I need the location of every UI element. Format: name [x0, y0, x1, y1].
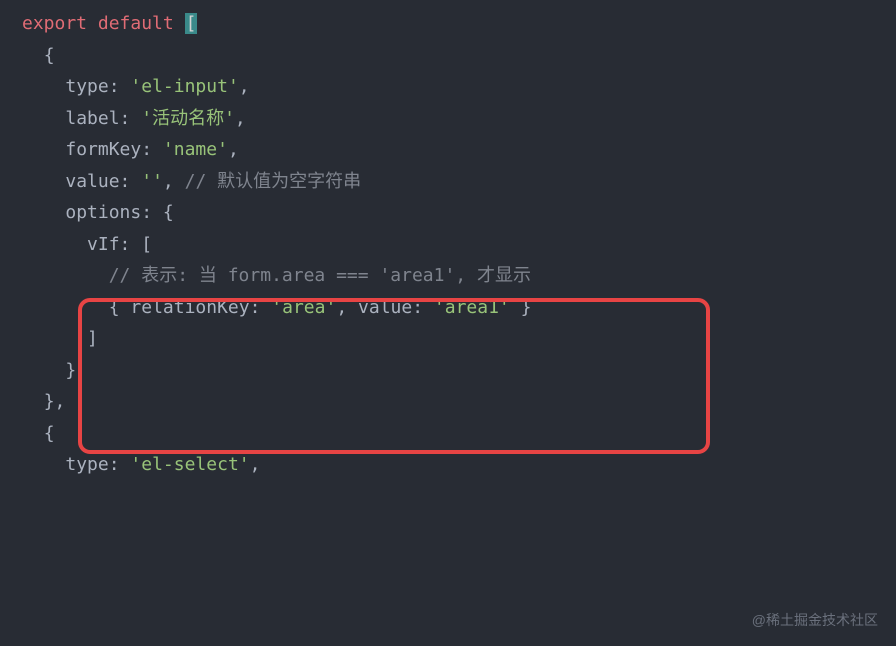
code-line-11: ]: [22, 323, 896, 355]
code-line-9: // 表示: 当 form.area === 'area1', 才显示: [22, 260, 896, 292]
code-line-8: vIf: [: [22, 229, 896, 261]
code-line-7: options: {: [22, 197, 896, 229]
code-line-14: {: [22, 418, 896, 450]
code-line-4: label: '活动名称',: [22, 103, 896, 135]
code-line-1: export default [: [22, 8, 896, 40]
code-editor: export default [ { type: 'el-input', lab…: [0, 8, 896, 481]
code-line-2: {: [22, 40, 896, 72]
code-line-10: { relationKey: 'area', value: 'area1' }: [22, 292, 896, 324]
watermark-text: @稀土掘金技术社区: [752, 608, 878, 633]
code-line-6: value: '', // 默认值为空字符串: [22, 166, 896, 198]
code-line-5: formKey: 'name',: [22, 134, 896, 166]
code-line-13: },: [22, 386, 896, 418]
code-line-12: }: [22, 355, 896, 387]
code-line-15: type: 'el-select',: [22, 449, 896, 481]
code-line-3: type: 'el-input',: [22, 71, 896, 103]
